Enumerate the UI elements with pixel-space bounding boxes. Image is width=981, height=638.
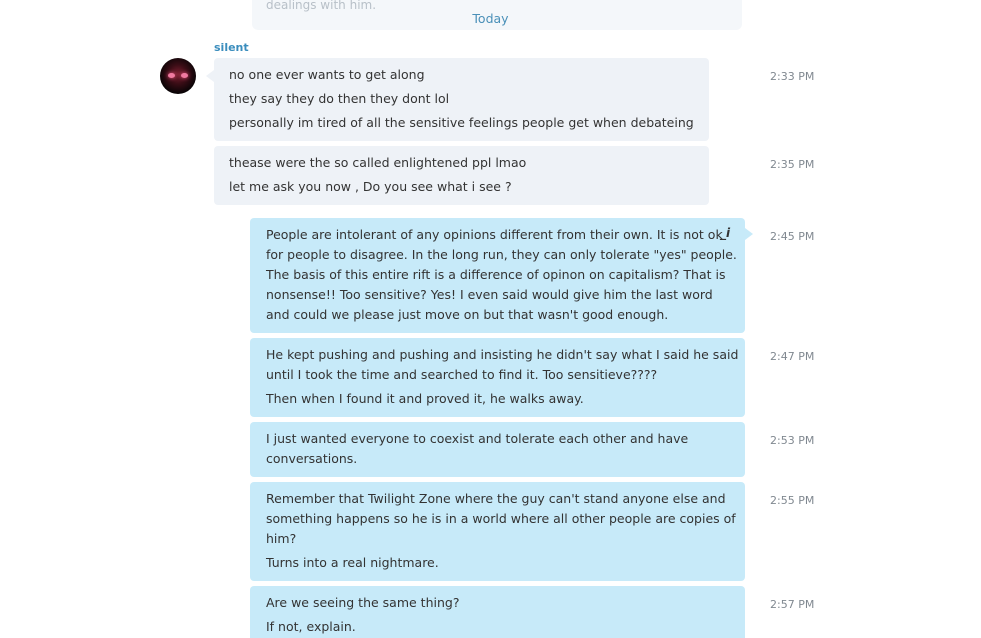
message-line: personally im tired of all the sensitive… — [229, 115, 694, 130]
message-line: no one ever wants to get along — [229, 67, 425, 82]
message-timestamp: 2:33 PM — [770, 70, 815, 83]
avatar-eye — [181, 73, 188, 78]
message-line: He kept pushing and pushing and insistin… — [266, 347, 739, 362]
message-line: until I took the time and searched to fi… — [266, 367, 658, 382]
message-line: and could we please just move on but tha… — [266, 307, 669, 322]
message-bubble-outgoing[interactable]: Are we seeing the same thing? If not, ex… — [250, 586, 745, 638]
message-timestamp: 2:47 PM — [770, 350, 815, 363]
message-bubble-outgoing[interactable]: Remember that Twilight Zone where the gu… — [250, 482, 745, 581]
message-timestamp: 2:45 PM — [770, 230, 815, 243]
message-bubble-outgoing[interactable]: He kept pushing and pushing and insistin… — [250, 338, 745, 417]
message-line: let me ask you now , Do you see what i s… — [229, 179, 512, 194]
avatar-eye — [168, 73, 175, 78]
message-bubble-outgoing[interactable]: I just wanted everyone to coexist and to… — [250, 422, 745, 477]
bubble-tail — [745, 228, 753, 240]
message-line: The basis of this entire rift is a diffe… — [266, 267, 726, 282]
message-line: Turns into a real nightmare. — [266, 555, 439, 570]
message-bubble-outgoing[interactable]: People are intolerant of any opinions di… — [250, 218, 745, 333]
message-line: thease were the so called enlightened pp… — [229, 155, 527, 170]
message-line: for people to disagree. In the long run,… — [266, 247, 737, 262]
sender-name[interactable]: silent — [214, 41, 249, 54]
message-bubble-incoming[interactable]: no one ever wants to get along they say … — [214, 58, 709, 141]
edit-message-icon[interactable]: _i — [720, 226, 730, 240]
message-line: something happens so he is in a world wh… — [266, 511, 736, 526]
message-line: If not, explain. — [266, 619, 356, 634]
message-timestamp: 2:55 PM — [770, 494, 815, 507]
message-line: nonsense!! Too sensitive? Yes! I even sa… — [266, 287, 713, 302]
bubble-tail — [206, 70, 214, 82]
message-timestamp: 2:53 PM — [770, 434, 815, 447]
avatar[interactable] — [160, 58, 196, 94]
message-timestamp: 2:57 PM — [770, 598, 815, 611]
message-line: conversations. — [266, 451, 358, 466]
message-line: Then when I found it and proved it, he w… — [266, 391, 584, 406]
message-line: him? — [266, 531, 297, 546]
message-line: People are intolerant of any opinions di… — [266, 227, 723, 242]
message-timestamp: 2:35 PM — [770, 158, 815, 171]
message-line: Are we seeing the same thing? — [266, 595, 460, 610]
message-line: I just wanted everyone to coexist and to… — [266, 431, 689, 446]
message-line: Remember that Twilight Zone where the gu… — [266, 491, 726, 506]
date-separator: Today — [472, 11, 509, 26]
message-line: they say they do then they dont lol — [229, 91, 450, 106]
message-bubble-incoming[interactable]: thease were the so called enlightened pp… — [214, 146, 709, 205]
